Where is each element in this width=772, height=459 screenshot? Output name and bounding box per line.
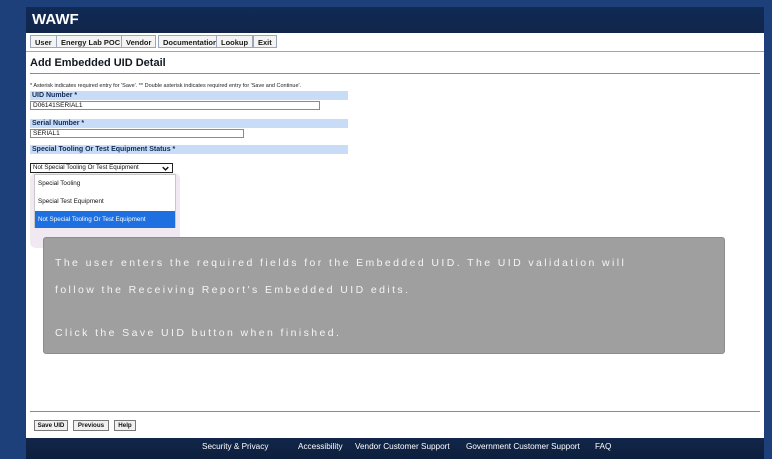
page-title: Add Embedded UID Detail	[30, 57, 166, 69]
previous-button[interactable]: Previous	[73, 420, 109, 431]
tutorial-callout: The user enters the required fields for …	[43, 237, 725, 354]
uid-number-input[interactable]: D06141SERIAL1	[30, 101, 320, 110]
callout-line-1: The user enters the required fields for …	[55, 257, 627, 269]
footer-faq[interactable]: FAQ	[595, 442, 611, 451]
serial-number-input[interactable]: SERIAL1	[30, 129, 244, 138]
status-select[interactable]: Not Special Tooling Or Test Equipment	[30, 163, 173, 173]
app-title: WAWF	[32, 11, 79, 28]
callout-line-2: follow the Receiving Report's Embedded U…	[55, 284, 411, 296]
footer-bar: Security & Privacy Accessibility Vendor …	[26, 438, 764, 459]
callout-line-3: Click the Save UID button when finished.	[55, 327, 342, 339]
option-special-test-equipment[interactable]: Special Test Equipment	[35, 193, 175, 210]
divider	[30, 73, 760, 74]
app-window: WAWF User Energy Lab POC Vendor Document…	[26, 7, 764, 459]
divider	[30, 411, 760, 412]
menu-energy-lab-poc[interactable]: Energy Lab POC	[56, 35, 126, 48]
help-button[interactable]: Help	[114, 420, 136, 431]
save-uid-button[interactable]: Save UID	[34, 420, 68, 431]
menu-documentation[interactable]: Documentation	[158, 35, 223, 48]
serial-number-label: Serial Number *	[30, 119, 348, 128]
menu-exit[interactable]: Exit	[253, 35, 277, 48]
status-dropdown-list: Special Tooling Special Test Equipment N…	[34, 174, 176, 228]
option-not-special-tooling[interactable]: Not Special Tooling Or Test Equipment	[35, 211, 175, 228]
menu-user[interactable]: User	[30, 35, 57, 48]
footer-government-support[interactable]: Government Customer Support	[466, 442, 580, 451]
footer-vendor-support[interactable]: Vendor Customer Support	[355, 442, 450, 451]
menu-vendor[interactable]: Vendor	[121, 35, 157, 48]
menu-bar: User Energy Lab POC Vendor Documentation…	[26, 33, 764, 52]
required-fields-note: * Asterisk indicates required entry for …	[30, 83, 302, 89]
uid-number-label: UID Number *	[30, 91, 348, 100]
chevron-down-icon	[162, 166, 169, 171]
title-bar: WAWF	[26, 7, 764, 33]
menu-lookup[interactable]: Lookup	[216, 35, 254, 48]
status-selected-value: Not Special Tooling Or Test Equipment	[33, 164, 139, 171]
footer-security-privacy[interactable]: Security & Privacy	[202, 442, 268, 451]
status-label: Special Tooling Or Test Equipment Status…	[30, 145, 348, 154]
footer-accessibility[interactable]: Accessibility	[298, 442, 343, 451]
option-special-tooling[interactable]: Special Tooling	[35, 175, 175, 192]
